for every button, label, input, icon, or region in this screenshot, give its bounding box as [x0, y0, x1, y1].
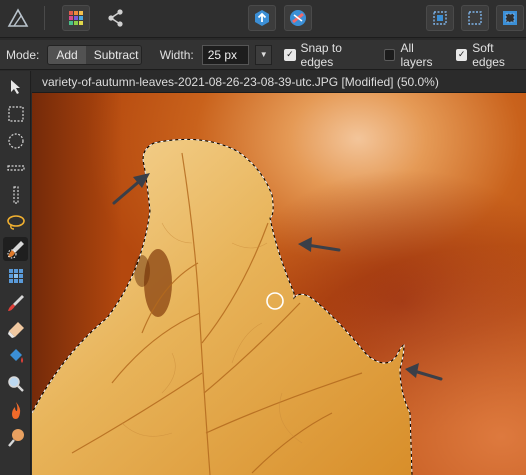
- snap-to-edges-label: Snap to edges: [300, 40, 342, 69]
- zoom-icon[interactable]: [3, 372, 28, 396]
- mode-segmented-control: Add Subtract: [47, 44, 142, 65]
- selection-brush-icon[interactable]: [3, 237, 28, 261]
- all-layers-label: All layers: [400, 40, 433, 69]
- paint-brush-icon[interactable]: [3, 291, 28, 315]
- toolbar-divider: [44, 6, 45, 30]
- row-marquee-icon[interactable]: [3, 156, 28, 180]
- flood-select-icon[interactable]: [3, 264, 28, 288]
- dodge-icon[interactable]: [3, 426, 28, 450]
- snap-to-edges-option[interactable]: ✓ Snap to edges: [284, 41, 373, 69]
- heal-icon[interactable]: [284, 5, 312, 31]
- select-all-icon[interactable]: [426, 5, 454, 31]
- all-layers-option[interactable]: All layers: [384, 41, 446, 69]
- mode-subtract-button[interactable]: Subtract: [85, 45, 141, 64]
- width-label: Width:: [159, 47, 194, 62]
- move-tool-icon[interactable]: [3, 75, 28, 99]
- leaf-photo: [32, 93, 526, 475]
- ellipse-marquee-icon[interactable]: [3, 129, 28, 153]
- width-input[interactable]: 25 px: [201, 44, 250, 65]
- width-value: 25 px: [207, 47, 238, 62]
- context-toolbar: Mode: Add Subtract Width: 25 px ▼ ✓ Snap…: [0, 40, 526, 70]
- document-title-bar[interactable]: variety-of-autumn-leaves-2021-08-26-23-0…: [32, 71, 526, 93]
- tools-panel: [0, 71, 31, 475]
- burn-icon[interactable]: [3, 399, 28, 423]
- app-toolbar: [0, 0, 526, 38]
- freehand-selection-icon[interactable]: [3, 210, 28, 234]
- mode-label: Mode:: [6, 47, 40, 62]
- photo-persona-icon[interactable]: [62, 5, 90, 31]
- erase-brush-icon[interactable]: [3, 318, 28, 342]
- soft-edges-checkbox[interactable]: ✓: [455, 48, 468, 61]
- soft-edges-label: Soft edges: [472, 40, 505, 69]
- snap-to-edges-checkbox[interactable]: ✓: [284, 48, 296, 61]
- flood-fill-icon[interactable]: [3, 345, 28, 369]
- image-canvas[interactable]: [32, 93, 526, 475]
- document-title: variety-of-autumn-leaves-2021-08-26-23-0…: [42, 74, 439, 89]
- invert-selection-icon[interactable]: [496, 5, 524, 31]
- upload-cloud-icon[interactable]: [248, 5, 276, 31]
- width-dropdown-button[interactable]: ▼: [255, 44, 273, 65]
- rect-marquee-icon[interactable]: [3, 102, 28, 126]
- share-icon[interactable]: [102, 5, 130, 31]
- affinity-logo-icon[interactable]: [4, 5, 32, 31]
- column-marquee-icon[interactable]: [3, 183, 28, 207]
- mode-add-button[interactable]: Add: [48, 45, 86, 64]
- deselect-icon[interactable]: [461, 5, 489, 31]
- all-layers-checkbox[interactable]: [384, 48, 396, 61]
- soft-edges-option[interactable]: ✓ Soft edges: [455, 40, 526, 69]
